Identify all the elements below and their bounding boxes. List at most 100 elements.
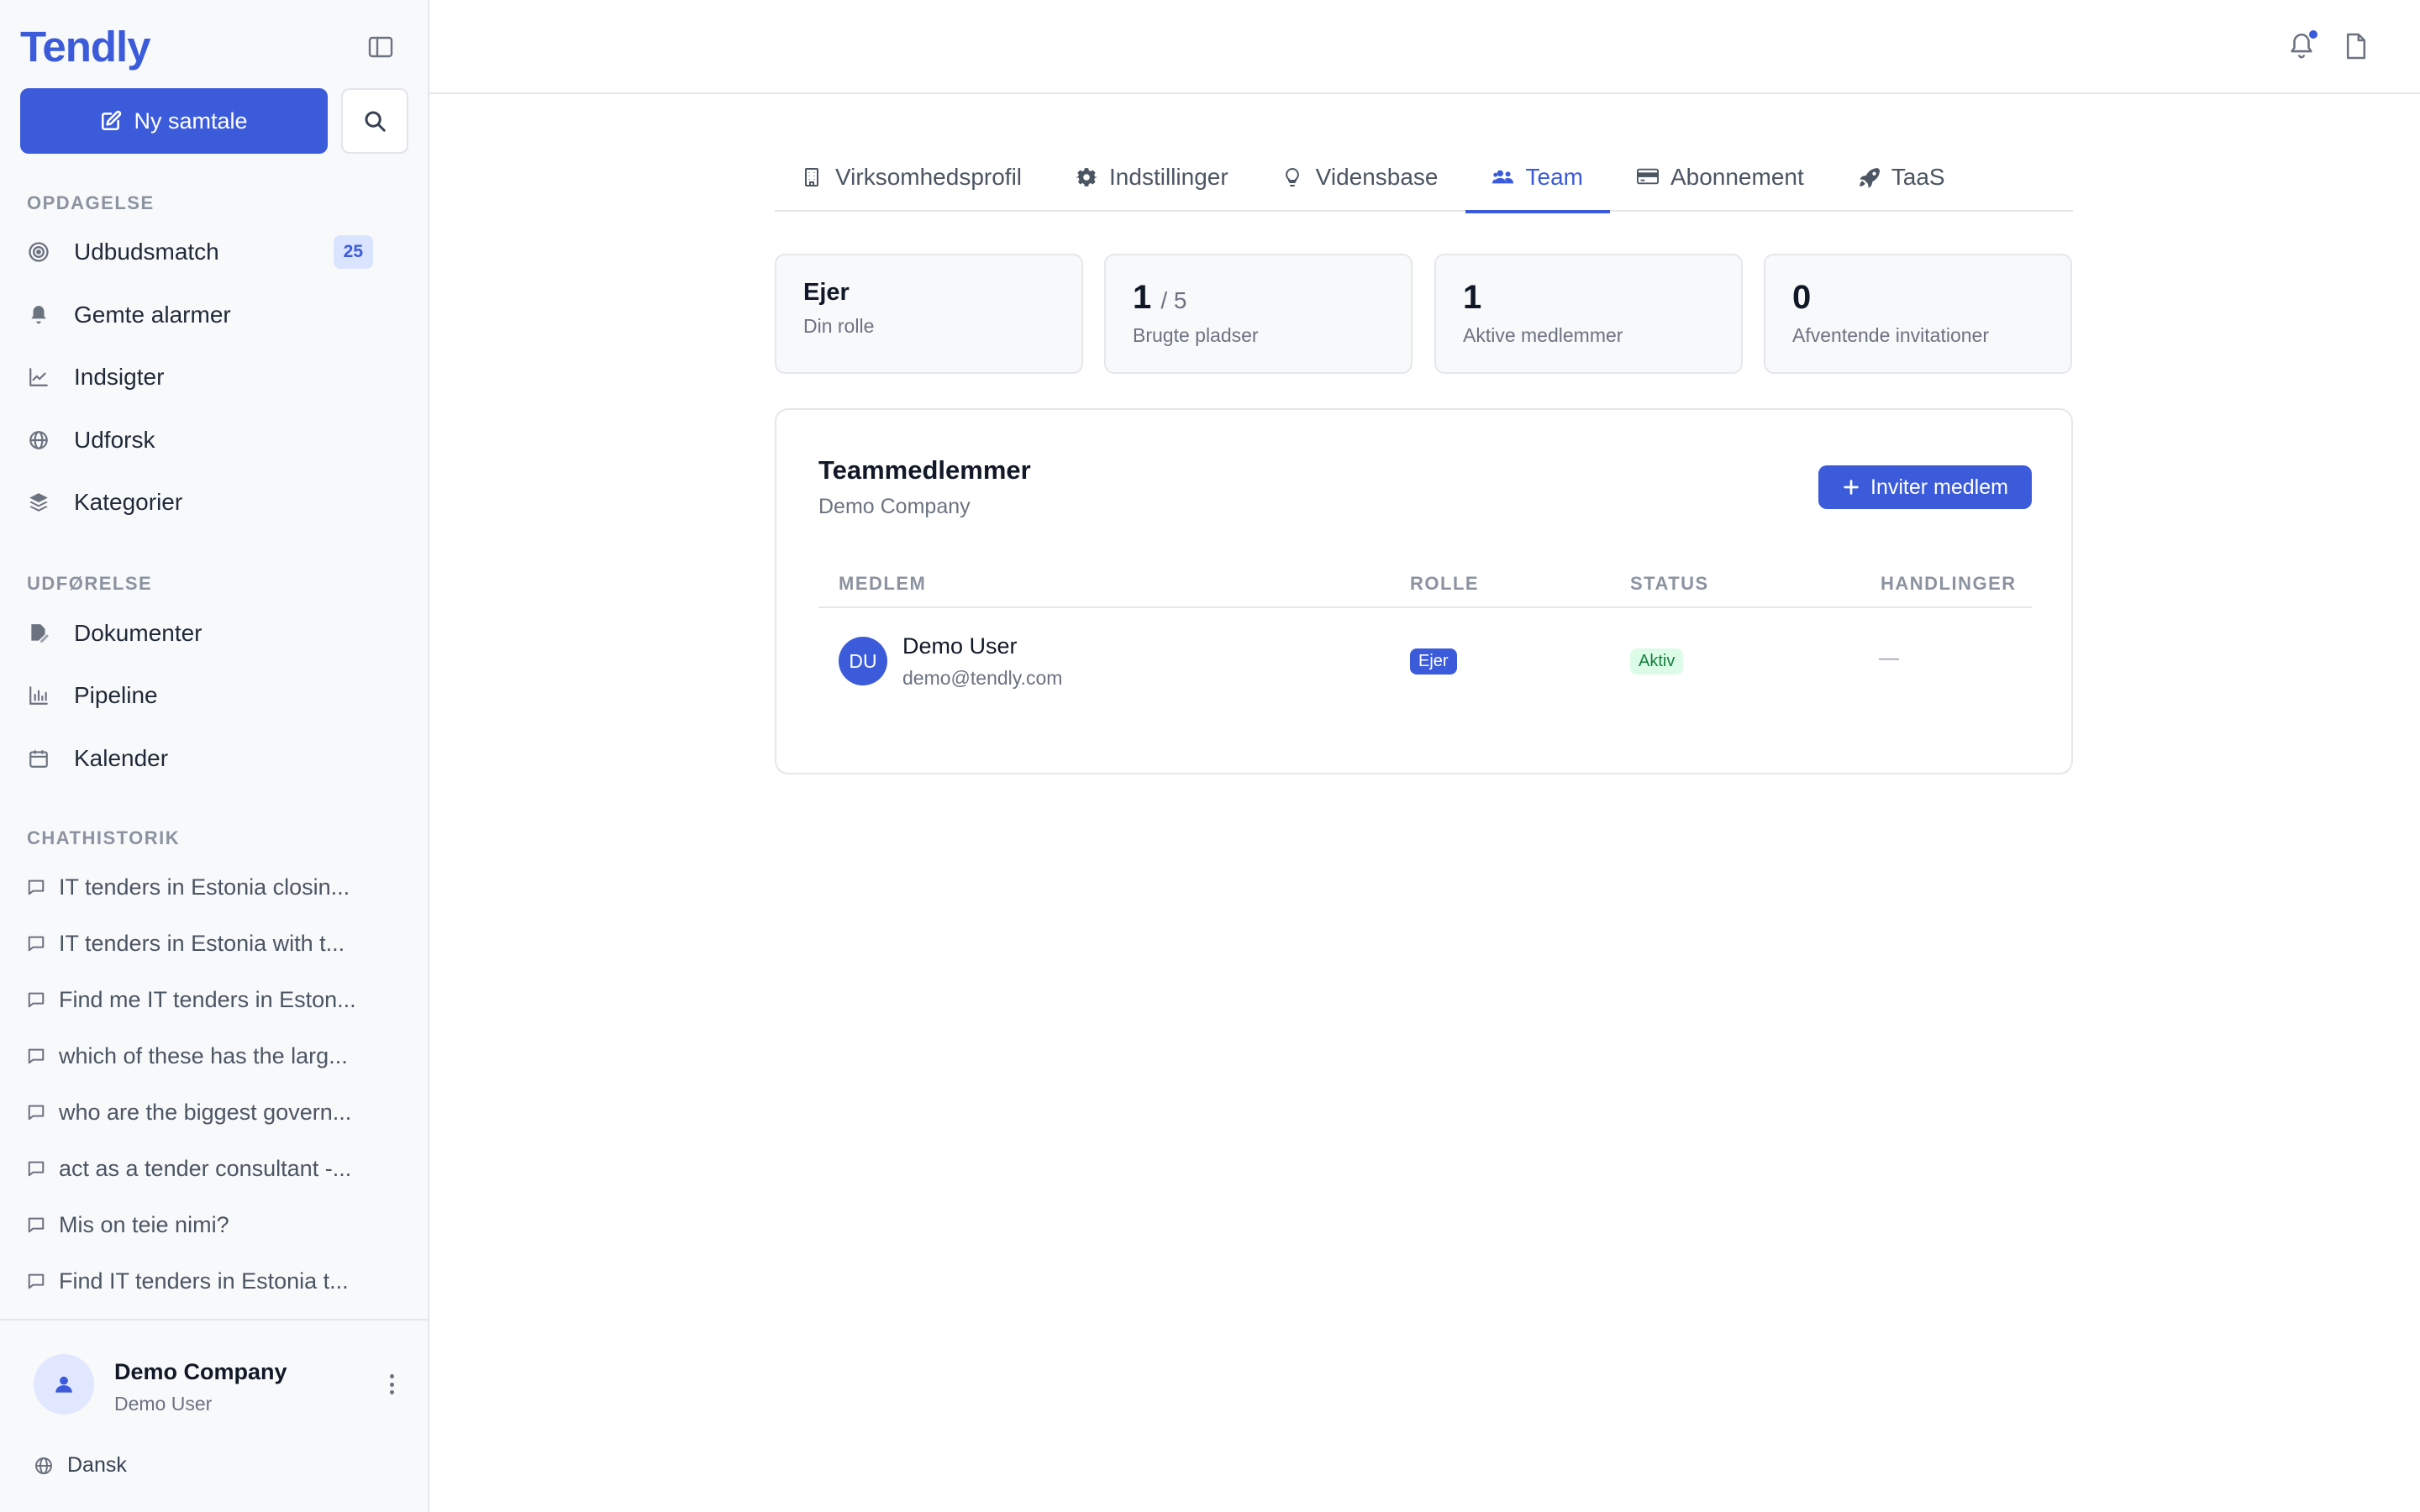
message-icon xyxy=(27,1159,45,1178)
search-icon xyxy=(365,111,386,132)
column-header-actions: HANDLINGER xyxy=(1881,573,2017,594)
user-avatar[interactable] xyxy=(34,1354,94,1415)
sidebar-item-label: Kalender xyxy=(74,745,169,771)
sidebar-item-label: Dokumenter xyxy=(74,620,203,646)
chart-line-icon xyxy=(27,365,50,389)
member-email: demo@tendly.com xyxy=(902,667,1063,689)
stat-card-pending-invites: 0 Afventende invitationer xyxy=(1764,254,2072,374)
account-menu-button[interactable] xyxy=(383,1371,400,1398)
new-chat-label: Ny samtale xyxy=(134,108,248,134)
target-icon xyxy=(27,240,50,264)
sidebar-item-udforsk[interactable]: Udforsk xyxy=(27,419,380,461)
chat-history-item[interactable]: Mis on teie nimi? xyxy=(27,1206,380,1243)
globe-icon xyxy=(27,428,50,452)
tab-label: Team xyxy=(1525,164,1583,190)
sidebar-item-gemte-alarmer[interactable]: Gemte alarmer xyxy=(27,294,380,336)
tab-label: Virksomhedsprofil xyxy=(835,164,1023,190)
column-header-status: STATUS xyxy=(1630,573,1709,594)
message-icon xyxy=(27,990,45,1009)
settings-tabs: Virksomhedsprofil Indstillinger Vidensba… xyxy=(775,143,2073,213)
sidebar-footer: Demo Company Demo User Dansk xyxy=(0,1319,428,1512)
tab-team[interactable]: Team xyxy=(1465,143,1611,213)
tab-abonnement[interactable]: Abonnement xyxy=(1610,143,1831,212)
stat-card-seats: 1 / 5 Brugte pladser xyxy=(1104,254,1413,374)
chat-history-item[interactable]: Find IT tenders in Estonia t... xyxy=(27,1263,380,1299)
chat-history-item[interactable]: Find me IT tenders in Eston... xyxy=(27,981,380,1018)
team-members-card: Teammedlemmer Demo Company Inviter medle… xyxy=(775,408,2073,774)
chat-history-label: act as a tender consultant -... xyxy=(59,1155,352,1181)
search-button[interactable] xyxy=(341,88,408,154)
account-company-name: Demo Company xyxy=(114,1359,287,1384)
chat-history-label: IT tenders in Estonia with t... xyxy=(59,930,345,956)
tab-virksomhedsprofil[interactable]: Virksomhedsprofil xyxy=(775,143,1049,212)
tab-indstillinger[interactable]: Indstillinger xyxy=(1049,143,1255,212)
tab-vidensbase[interactable]: Vidensbase xyxy=(1255,143,1465,212)
lightbulb-icon xyxy=(1282,166,1304,188)
status-badge: Aktiv xyxy=(1630,648,1684,675)
gear-icon xyxy=(1076,166,1098,188)
building-icon xyxy=(802,166,823,188)
notification-dot xyxy=(2307,29,2319,40)
bar-chart-icon xyxy=(27,684,50,707)
invite-member-button[interactable]: Inviter medlem xyxy=(1818,465,2032,509)
sidebar-item-indsigter[interactable]: Indsigter xyxy=(27,356,380,398)
new-chat-button[interactable]: Ny samtale xyxy=(20,88,328,154)
tab-label: TaaS xyxy=(1891,164,1945,190)
sidebar-item-kalender[interactable]: Kalender xyxy=(27,738,380,780)
team-title: Teammedlemmer xyxy=(818,455,1031,485)
documents-button[interactable] xyxy=(2344,32,2368,60)
sidebar-item-pipeline[interactable]: Pipeline xyxy=(27,675,380,717)
sidebar-collapse-button[interactable] xyxy=(365,34,397,60)
edit-icon xyxy=(102,110,122,131)
chat-history-label: who are the biggest govern... xyxy=(59,1099,352,1125)
role-badge: Ejer xyxy=(1410,648,1457,675)
actions-placeholder: — xyxy=(1879,647,1899,669)
file-edit-icon xyxy=(27,622,50,645)
chat-history-item[interactable]: who are the biggest govern... xyxy=(27,1094,380,1131)
table-header: MEDLEM ROLLE STATUS HANDLINGER xyxy=(818,561,2032,608)
app-logo[interactable]: Tendly xyxy=(20,22,151,71)
globe-icon xyxy=(35,1457,52,1474)
sidebar-item-udbudsmatch[interactable]: Udbudsmatch 25 xyxy=(27,231,380,273)
stat-label: Din rolle xyxy=(803,315,875,337)
tab-taas[interactable]: TaaS xyxy=(1831,143,1972,212)
team-company: Demo Company xyxy=(818,495,971,518)
message-icon xyxy=(27,1047,45,1065)
chat-history-item[interactable]: IT tenders in Estonia with t... xyxy=(27,925,380,962)
account-user-name: Demo User xyxy=(114,1393,213,1415)
chat-history-label: IT tenders in Estonia closin... xyxy=(59,874,350,900)
chat-history-item[interactable]: IT tenders in Estonia closin... xyxy=(27,869,380,906)
stat-label: Brugte pladser xyxy=(1133,324,1259,346)
chat-history-label: Find me IT tenders in Eston... xyxy=(59,986,356,1012)
message-icon xyxy=(27,1215,45,1234)
users-icon xyxy=(1491,166,1514,188)
sidebar-toggle-icon xyxy=(368,36,393,58)
stat-card-role: Ejer Din rolle xyxy=(775,254,1083,374)
layers-icon xyxy=(27,491,50,514)
sidebar-item-kategorier[interactable]: Kategorier xyxy=(27,481,380,523)
sidebar-item-dokumenter[interactable]: Dokumenter xyxy=(27,612,380,654)
stat-value: Ejer xyxy=(803,279,850,306)
section-label-discovery: OPDAGELSE xyxy=(27,192,155,213)
notifications-button[interactable] xyxy=(2287,29,2319,62)
stat-label: Afventende invitationer xyxy=(1792,324,1989,346)
calendar-icon xyxy=(27,747,50,770)
message-icon xyxy=(27,934,45,953)
chat-history-item[interactable]: act as a tender consultant -... xyxy=(27,1150,380,1187)
chat-history-label: Find IT tenders in Estonia t... xyxy=(59,1268,349,1294)
message-icon xyxy=(27,878,45,896)
invite-member-label: Inviter medlem xyxy=(1870,475,2008,499)
document-icon xyxy=(2346,33,2366,60)
stat-label: Aktive medlemmer xyxy=(1463,324,1623,346)
stat-card-active-members: 1 Aktive medlemmer xyxy=(1434,254,1743,374)
language-selector[interactable]: Dansk xyxy=(34,1453,127,1478)
match-count-badge: 25 xyxy=(333,235,373,269)
stat-value: 0 xyxy=(1792,279,1812,316)
sidebar-item-label: Pipeline xyxy=(74,682,158,708)
credit-card-icon xyxy=(1636,166,1659,188)
stat-value: 1 xyxy=(1133,279,1152,316)
message-icon xyxy=(27,1272,45,1290)
table-row: DU Demo User demo@tendly.com Ejer Aktiv … xyxy=(818,608,2032,716)
user-icon xyxy=(55,1376,72,1393)
chat-history-item[interactable]: which of these has the larg... xyxy=(27,1037,380,1074)
